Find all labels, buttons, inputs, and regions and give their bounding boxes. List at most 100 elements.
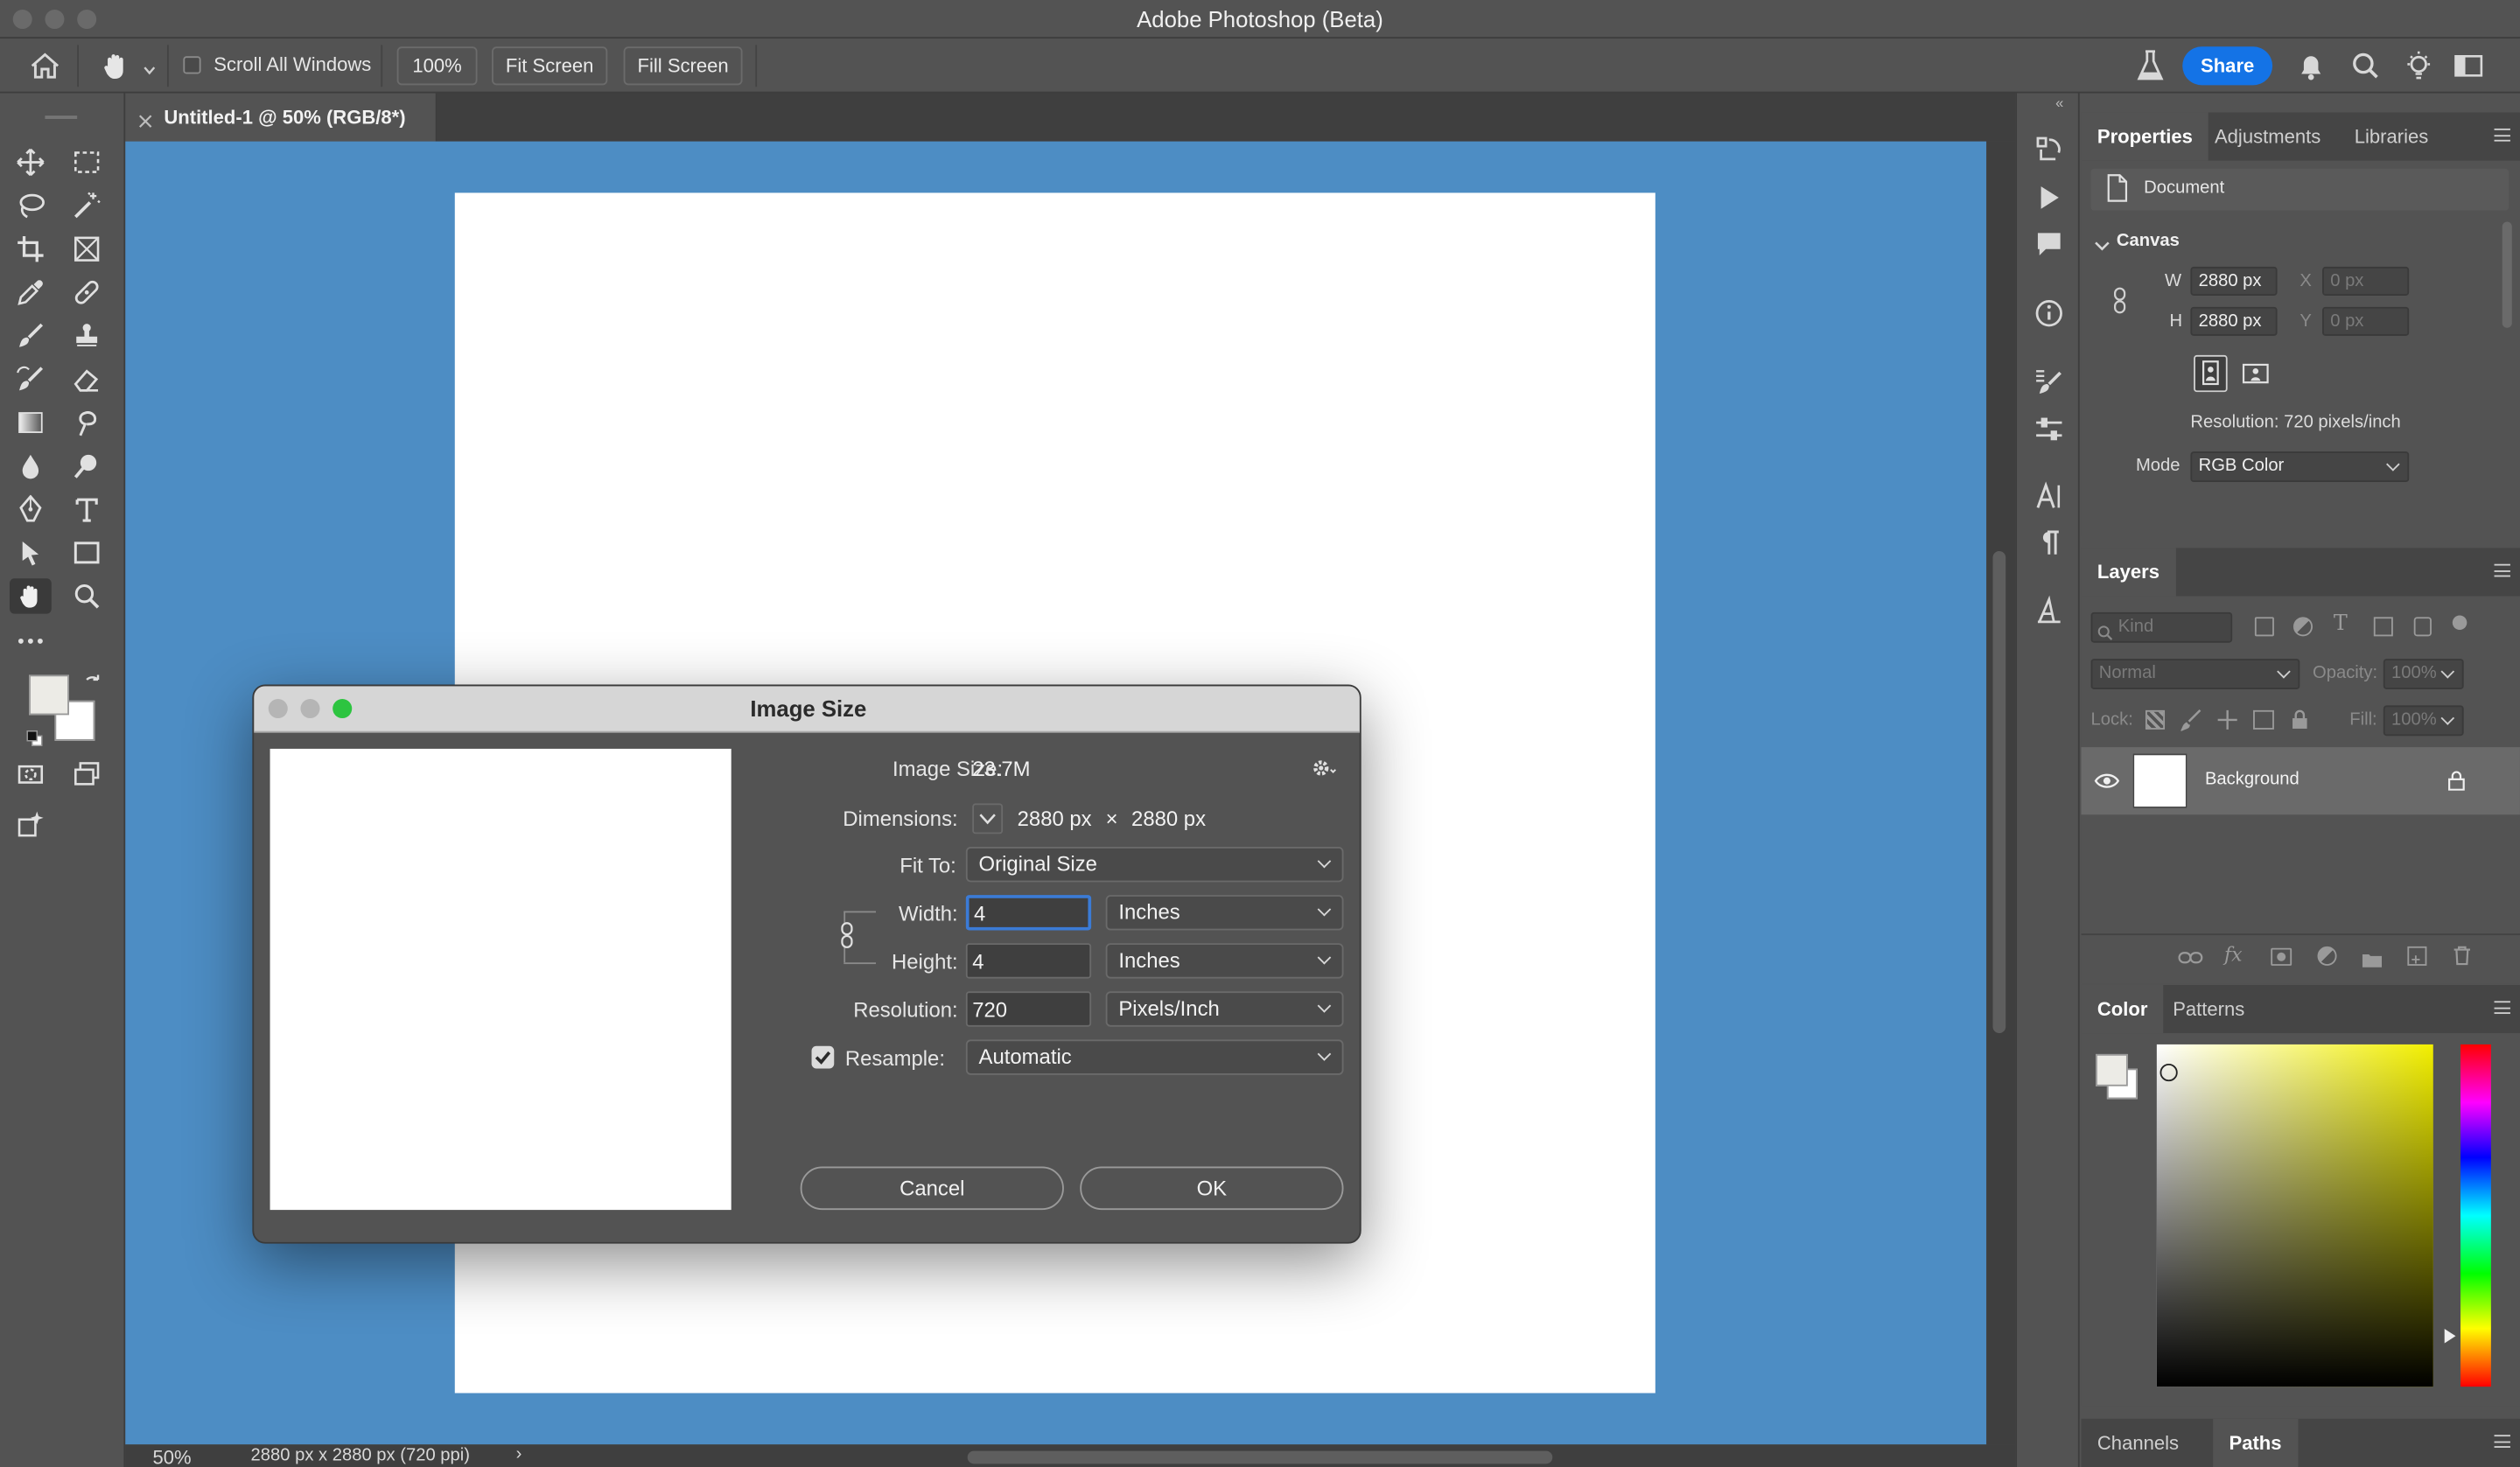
- crop-icon[interactable]: [10, 231, 52, 266]
- lock-position-icon[interactable]: [2216, 709, 2239, 731]
- new-layer-icon[interactable]: [2407, 946, 2427, 966]
- image-preview[interactable]: [270, 748, 732, 1211]
- eyedropper-icon[interactable]: [10, 275, 52, 310]
- hue-slider-handle[interactable]: [2444, 1323, 2456, 1344]
- opacity-field[interactable]: 100%: [2383, 659, 2464, 689]
- vertical-scrollbar[interactable]: [1986, 141, 2016, 1445]
- status-expand-icon[interactable]: ›: [516, 1444, 522, 1464]
- fit-screen-button[interactable]: Fit Screen: [492, 46, 608, 86]
- canvas-x-field[interactable]: 0 px: [2322, 266, 2410, 296]
- blend-mode-dropdown[interactable]: Normal: [2090, 659, 2300, 689]
- history-icon[interactable]: [2033, 133, 2065, 165]
- brush-icon[interactable]: [10, 318, 52, 353]
- tab-adjustments[interactable]: Adjustments: [2199, 113, 2337, 161]
- hue-slider[interactable]: [2460, 1044, 2491, 1387]
- dialog-title-bar[interactable]: Image Size: [254, 686, 1360, 733]
- type-icon[interactable]: [66, 492, 108, 527]
- fx-icon[interactable]: fx: [2224, 943, 2243, 966]
- layer-mask-icon[interactable]: [2271, 947, 2292, 966]
- folder-icon[interactable]: [2361, 948, 2384, 968]
- width-input[interactable]: [965, 895, 1092, 931]
- frame-icon[interactable]: [66, 231, 108, 266]
- document-tab[interactable]: Untitled-1 @ 50% (RGB/8*): [125, 93, 438, 142]
- resolution-input[interactable]: [965, 991, 1092, 1027]
- mode-dropdown[interactable]: RGB Color: [2190, 451, 2410, 483]
- tab-channels[interactable]: Channels: [2082, 1419, 2195, 1467]
- status-zoom[interactable]: 50%: [152, 1446, 191, 1467]
- tab-libraries[interactable]: Libraries: [2338, 113, 2444, 161]
- tab-paths[interactable]: Paths: [2213, 1418, 2298, 1467]
- resample-dropdown[interactable]: Automatic: [965, 1039, 1344, 1075]
- pen-icon[interactable]: [10, 492, 52, 527]
- filter-toggle-icon[interactable]: [2452, 615, 2468, 631]
- lightbulb-icon[interactable]: [2403, 48, 2435, 83]
- fit-to-dropdown[interactable]: Original Size: [965, 846, 1344, 883]
- fill-field[interactable]: 100%: [2383, 705, 2464, 737]
- filter-smart-object-icon[interactable]: [2413, 617, 2432, 637]
- foreground-color-swatch[interactable]: [29, 674, 69, 716]
- horizontal-scrollbar-thumb[interactable]: [967, 1450, 1553, 1464]
- brush-settings-icon[interactable]: [2033, 367, 2065, 399]
- chevron-down-icon[interactable]: [143, 56, 156, 75]
- stamp-icon[interactable]: [66, 318, 108, 353]
- dodge-icon[interactable]: [66, 448, 108, 483]
- zoom-icon[interactable]: [66, 578, 108, 613]
- landscape-orientation-button[interactable]: [2239, 355, 2273, 392]
- color-fg-swatch[interactable]: [2096, 1053, 2128, 1086]
- smudge-icon[interactable]: [66, 405, 108, 440]
- search-icon[interactable]: [2349, 50, 2382, 82]
- filter-type-icon[interactable]: T: [2334, 612, 2348, 637]
- fill-screen-button[interactable]: Fill Screen: [623, 46, 743, 86]
- tab-color[interactable]: Color: [2081, 984, 2164, 1034]
- move-icon[interactable]: [10, 144, 52, 179]
- lock-artboard-icon[interactable]: [2253, 709, 2274, 730]
- trash-icon[interactable]: [2453, 945, 2472, 966]
- resolution-unit-dropdown[interactable]: Pixels/Inch: [1105, 991, 1344, 1027]
- flask-icon[interactable]: [2134, 48, 2166, 83]
- color-menu-icon[interactable]: [2494, 1001, 2510, 1015]
- generative-fill-icon[interactable]: [10, 807, 52, 842]
- workspace-icon[interactable]: [2454, 53, 2483, 79]
- blur-icon[interactable]: [10, 448, 52, 483]
- portrait-orientation-button[interactable]: [2194, 354, 2228, 393]
- lock-all-icon[interactable]: [2290, 709, 2309, 730]
- canvas-y-field[interactable]: 0 px: [2322, 306, 2410, 336]
- eye-icon[interactable]: [2094, 770, 2120, 789]
- collapse-left-icon[interactable]: «: [2055, 94, 2063, 110]
- screen-mode-icon[interactable]: [66, 757, 108, 792]
- default-colors-icon[interactable]: [25, 726, 43, 747]
- tab-properties[interactable]: Properties: [2081, 112, 2209, 161]
- home-icon[interactable]: [29, 52, 61, 80]
- lock-icon[interactable]: [2447, 770, 2465, 791]
- new-adjustment-icon[interactable]: [2317, 946, 2337, 966]
- adjust-sliders-icon[interactable]: [2033, 413, 2065, 445]
- color-picker-cursor[interactable]: [2160, 1063, 2178, 1082]
- bell-icon[interactable]: [2295, 50, 2328, 82]
- tab-patterns[interactable]: Patterns: [2157, 985, 2261, 1033]
- info-icon[interactable]: [2033, 297, 2065, 330]
- color-saturation-field[interactable]: [2156, 1044, 2433, 1387]
- tab-layers[interactable]: Layers: [2081, 548, 2176, 597]
- path-select-icon[interactable]: [10, 535, 52, 570]
- properties-menu-icon[interactable]: [2494, 128, 2510, 142]
- properties-scrollbar[interactable]: [2502, 221, 2512, 328]
- height-input[interactable]: [965, 943, 1092, 979]
- healing-icon[interactable]: [66, 275, 108, 310]
- filter-adjustment-icon[interactable]: [2292, 617, 2314, 637]
- character-icon[interactable]: [2033, 480, 2065, 513]
- layers-menu-icon[interactable]: [2494, 563, 2510, 577]
- glyphs-icon[interactable]: [2033, 595, 2065, 627]
- filter-pixel-icon[interactable]: [2254, 617, 2274, 637]
- hand-icon[interactable]: [100, 50, 132, 82]
- share-button[interactable]: Share: [2182, 46, 2273, 86]
- quick-mask-icon[interactable]: [10, 757, 52, 792]
- paragraph-icon[interactable]: [2033, 527, 2065, 559]
- rectangle-icon[interactable]: [66, 535, 108, 570]
- gear-icon[interactable]: [1312, 757, 1337, 779]
- lock-pixels-icon[interactable]: [2180, 709, 2203, 732]
- layer-name[interactable]: Background: [2205, 770, 2300, 789]
- hand-tool-icon[interactable]: [10, 578, 52, 614]
- toolbar-grip[interactable]: [45, 115, 78, 119]
- width-unit-dropdown[interactable]: Inches: [1105, 895, 1344, 931]
- channels-menu-icon[interactable]: [2494, 1435, 2510, 1448]
